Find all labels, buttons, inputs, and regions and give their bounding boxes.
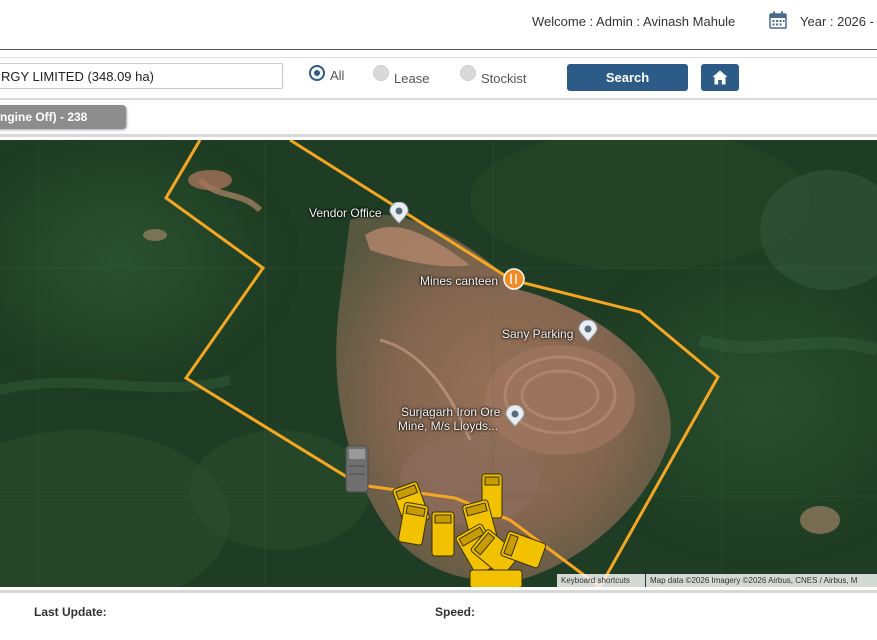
keyboard-shortcuts-link[interactable]: Keyboard shortcuts [557, 574, 645, 587]
speed-label: Speed: [435, 605, 476, 619]
satellite-map[interactable]: Vendor Office Mines canteen Sany Parking… [0, 140, 877, 587]
map-pin-icon[interactable] [578, 320, 598, 342]
status-bar: ngine Off) - 238 [0, 100, 877, 137]
radio-all-label: All [330, 68, 345, 83]
radio-lease[interactable] [373, 65, 389, 81]
radio-all[interactable] [309, 65, 325, 81]
welcome-text: Welcome : Admin : Avinash Mahule [532, 14, 736, 29]
search-button[interactable]: Search [567, 64, 688, 91]
restaurant-pin-icon[interactable] [503, 268, 525, 290]
satellite-imagery [0, 140, 877, 587]
header-divider [0, 49, 877, 50]
poi-mines-canteen-label: Mines canteen [420, 274, 499, 288]
poi-surjagarh-label-line1: Surjagarh Iron Ore [401, 405, 501, 419]
poi-surjagarh-label-line2: Mine, M/s Lloyds... [398, 419, 499, 433]
calendar-icon[interactable] [769, 11, 787, 29]
engine-off-count-chip[interactable]: ngine Off) - 238 [0, 105, 126, 129]
home-button[interactable] [701, 64, 739, 91]
poi-sany-parking-label: Sany Parking [502, 327, 574, 341]
map-pin-icon[interactable] [505, 405, 525, 427]
filter-bar: All Lease Stockist Search [0, 57, 877, 101]
map-pin-icon[interactable] [389, 202, 409, 224]
vehicle-inactive-marker [345, 445, 369, 493]
map-attribution: Map data ©2026 Imagery ©2026 Airbus, CNE… [646, 574, 877, 587]
home-icon [712, 70, 728, 85]
radio-lease-label: Lease [394, 71, 430, 86]
radio-stockist-label: Stockist [481, 71, 527, 86]
poi-vendor-office-label: Vendor Office [309, 206, 382, 220]
year-selector[interactable]: Year : 2026 - 2 [800, 14, 877, 29]
top-header: Welcome : Admin : Avinash Mahule Year : … [0, 0, 877, 48]
lease-input[interactable] [0, 63, 283, 89]
radio-stockist[interactable] [460, 65, 476, 81]
vehicle-info-bar: Last Update: Speed: [0, 590, 877, 640]
last-update-label: Last Update: [34, 605, 107, 619]
